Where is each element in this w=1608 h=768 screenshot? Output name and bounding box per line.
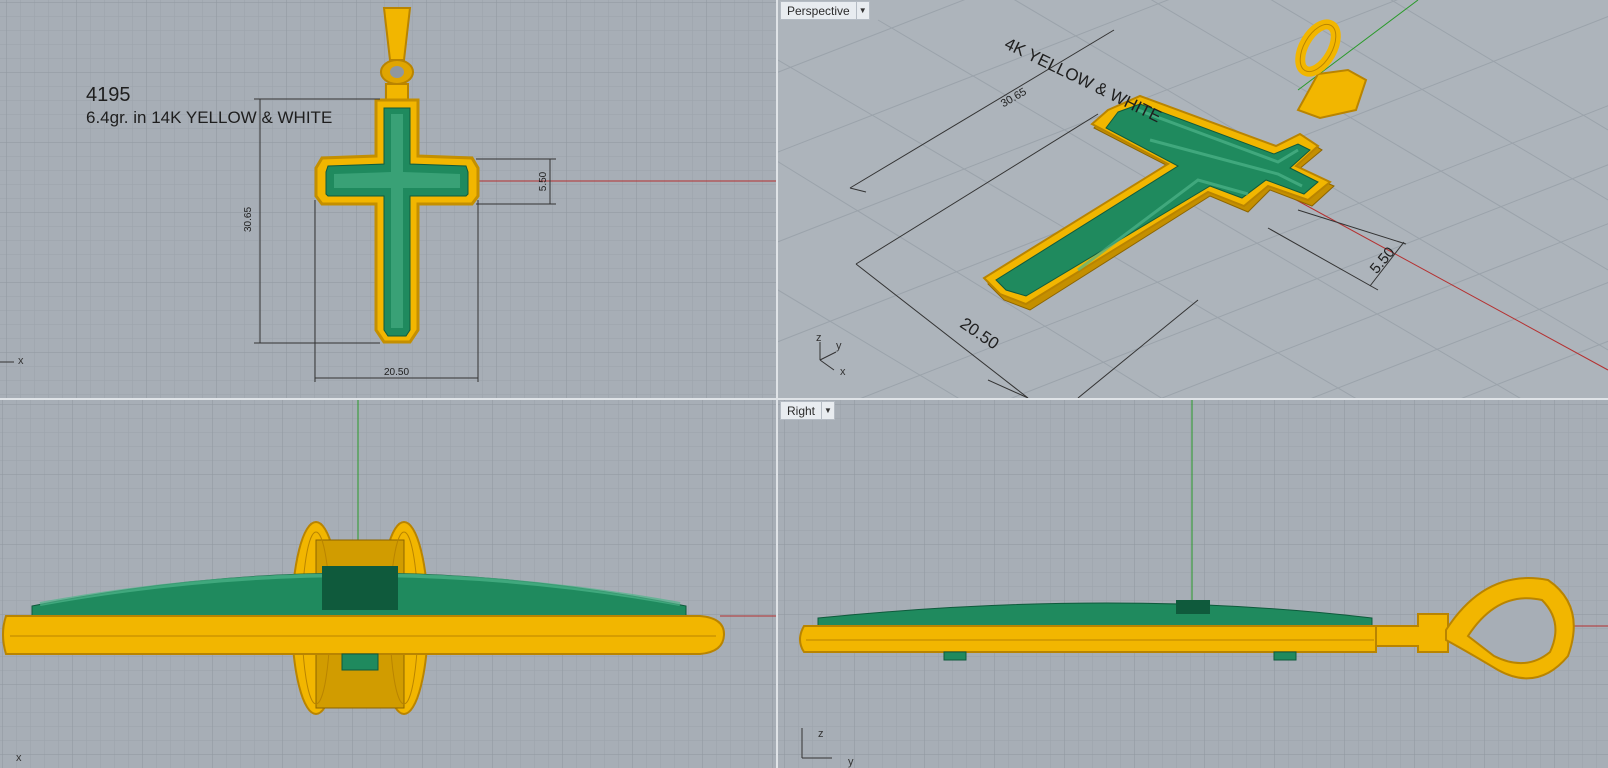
cross-enamel: [817, 602, 1373, 627]
axis-x-label: x: [16, 752, 22, 764]
viewport-right[interactable]: z y Right ▼: [778, 400, 1608, 768]
chevron-down-icon[interactable]: ▼: [855, 2, 869, 19]
bail: [1295, 19, 1368, 120]
cross-enamel: [995, 103, 1319, 297]
viewport-separator-horizontal[interactable]: [0, 398, 1608, 400]
cross-frame: [2, 615, 726, 655]
axis-indicator: [0, 361, 14, 363]
viewport-label-perspective[interactable]: Perspective ▼: [780, 1, 870, 20]
axis-z-label: z: [816, 332, 822, 344]
axis-z-label: z: [818, 728, 824, 740]
viewport-top[interactable]: 4195 6.4gr. in 14K YELLOW & WHITE 30.65 …: [0, 0, 776, 398]
axis-y-label: y: [836, 340, 842, 352]
dimension-height: 30.65: [243, 206, 255, 233]
chevron-down-icon[interactable]: ▼: [821, 402, 834, 419]
viewport-front[interactable]: x: [0, 400, 776, 768]
cross-top-view[interactable]: [0, 0, 776, 398]
dimension-width: 20.50: [384, 367, 410, 378]
axis-indicator: [819, 342, 837, 371]
viewport-label-right[interactable]: Right ▼: [780, 401, 836, 420]
axis-x-label: x: [840, 366, 846, 378]
bail: [1375, 577, 1575, 680]
cross-right-view[interactable]: [778, 400, 1608, 768]
viewport-title: Right: [787, 403, 816, 418]
viewport-separator-vertical[interactable]: [776, 0, 778, 768]
axis-y-label: y: [848, 756, 854, 768]
dimension-arm: 5.50: [538, 171, 550, 192]
viewport-perspective[interactable]: 4K YELLOW & WHITE 30.65 20.50 5.50 z y x…: [778, 0, 1608, 398]
viewport-title: Perspective: [787, 3, 850, 18]
cross-front-view[interactable]: [0, 400, 776, 768]
bail: [380, 7, 414, 101]
axis-indicator: [801, 728, 832, 759]
cross-frame: [799, 625, 1377, 653]
cross-perspective-view[interactable]: [778, 0, 1608, 398]
